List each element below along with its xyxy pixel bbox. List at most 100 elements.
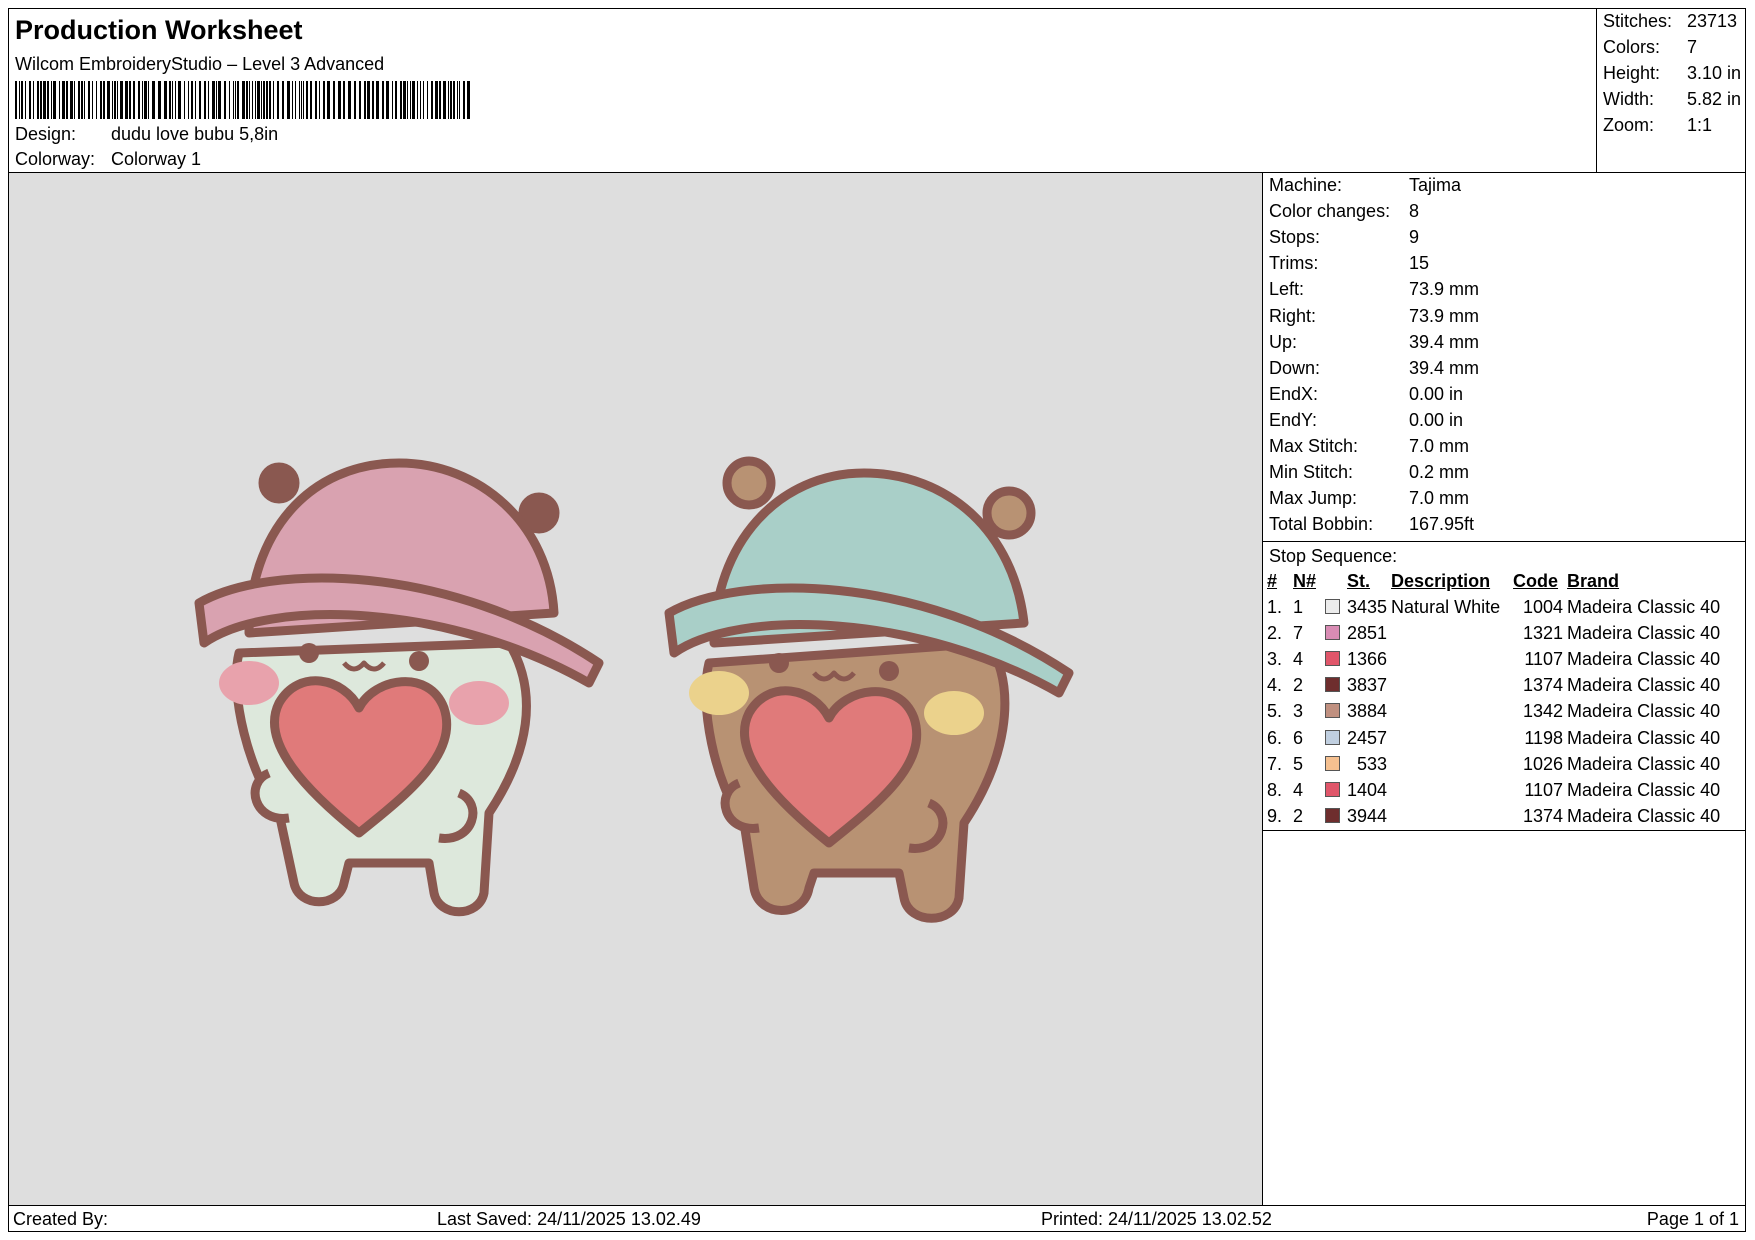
- barcode-bar: [51, 81, 52, 119]
- cell-code: 1342: [1523, 701, 1564, 722]
- barcode-bar: [191, 81, 193, 119]
- barcode-bar: [372, 81, 374, 119]
- barcode-bar: [359, 81, 361, 119]
- stop-sequence-panel: Stop Sequence: # N# St. Description Code…: [1262, 541, 1746, 831]
- machine-label: EndX:: [1269, 383, 1319, 404]
- stop-sequence-table: # N# St. Description Code Brand 1. 1 3435 N…: [1265, 568, 1722, 830]
- barcode-bar: [343, 81, 345, 119]
- stat-row: Height: 3.10 in: [1603, 63, 1741, 84]
- cell-desc: [1389, 804, 1511, 830]
- machine-row: EndX: 0.00 in: [1269, 384, 1463, 405]
- color-swatch: [1325, 781, 1340, 797]
- barcode-bar: [382, 81, 384, 119]
- barcode-bar: [29, 81, 31, 119]
- cell-code: 1374: [1523, 806, 1564, 827]
- barcode-bar: [277, 81, 279, 119]
- machine-value: 73.9 mm: [1409, 279, 1480, 300]
- barcode-bar: [53, 81, 56, 119]
- design-row: Design: dudu love bubu 5,8in: [15, 124, 278, 145]
- color-swatch: [1325, 598, 1340, 614]
- barcode-bar: [338, 81, 341, 119]
- barcode-bar: [84, 81, 85, 119]
- barcode-bar: [100, 81, 102, 119]
- barcode-bar: [158, 81, 161, 119]
- barcode-bar: [392, 81, 393, 119]
- barcode-bar: [292, 81, 293, 119]
- machine-row: Machine: Tajima: [1269, 175, 1461, 196]
- barcode-bar: [269, 81, 271, 119]
- barcode-bar: [427, 81, 428, 119]
- barcode-bar: [164, 81, 167, 119]
- barcode-bar: [117, 81, 118, 119]
- machine-value: 0.00 in: [1409, 409, 1464, 430]
- stat-row: Width: 5.82 in: [1603, 89, 1741, 110]
- cell-brand: Madeira Classic 40: [1567, 648, 1721, 669]
- stat-label: Width:: [1603, 89, 1655, 109]
- bubu-character: [194, 458, 604, 917]
- color-swatch-cell: [1323, 725, 1345, 751]
- barcode-bar: [233, 81, 234, 119]
- barcode-bar: [125, 81, 128, 119]
- barcode-bar: [242, 81, 245, 119]
- machine-row: Down: 39.4 mm: [1269, 358, 1479, 379]
- barcode-bar: [237, 81, 239, 119]
- barcode-bar: [448, 81, 449, 119]
- barcode-bar: [252, 81, 253, 119]
- machine-label: Max Stitch:: [1269, 436, 1359, 456]
- barcode-bar: [295, 81, 296, 119]
- color-swatch: [1325, 729, 1340, 745]
- col-stitches: St.: [1347, 570, 1371, 591]
- cell-code: 1374: [1523, 675, 1564, 696]
- col-swatch: [1323, 568, 1345, 594]
- cell-n: 7: [1293, 622, 1304, 643]
- barcode-bar: [412, 81, 415, 119]
- barcode-bar: [152, 81, 155, 119]
- barcode-bar: [21, 81, 23, 119]
- cell-idx: 8.: [1267, 779, 1283, 800]
- cell-st: 1366: [1347, 648, 1388, 669]
- embroidery-artwork: [194, 456, 1074, 923]
- cell-st: 2457: [1347, 727, 1388, 748]
- printed-date: Printed: 24/11/2025 13.02.52: [1041, 1209, 1272, 1229]
- barcode-bar: [420, 81, 421, 119]
- cell-code: 1004: [1523, 596, 1564, 617]
- table-row: 1. 1 3435 Natural White 1004 Madeira Classic …: [1265, 594, 1722, 620]
- cell-st: 533: [1357, 753, 1388, 774]
- color-swatch-cell: [1323, 646, 1345, 672]
- barcode-bar: [431, 81, 433, 119]
- machine-row: Right: 73.9 mm: [1269, 306, 1479, 327]
- stat-row: Colors: 7: [1603, 37, 1697, 58]
- design-value: dudu love bubu 5,8in: [111, 124, 279, 144]
- machine-panel: Machine: Tajima Color changes: 8 Stops: 9 Trim…: [1262, 172, 1746, 542]
- col-code: Code: [1513, 570, 1559, 591]
- cell-n: 4: [1293, 779, 1304, 800]
- cell-brand: Madeira Classic 40: [1567, 622, 1721, 643]
- cell-brand: Madeira Classic 40: [1567, 727, 1721, 748]
- barcode-bar: [319, 81, 320, 119]
- machine-row: Color changes: 8: [1269, 201, 1419, 222]
- barcode-bar: [81, 81, 83, 119]
- table-row: 3. 4 1366 1107 Madeira Classic 40: [1265, 646, 1722, 672]
- barcode-bar: [114, 81, 116, 119]
- barcode-bar: [435, 81, 438, 119]
- color-swatch-cell: [1323, 804, 1345, 830]
- stat-value: 7: [1687, 37, 1698, 57]
- barcode-bar: [407, 81, 408, 119]
- machine-label: EndY:: [1269, 409, 1318, 430]
- color-swatch-cell: [1323, 673, 1345, 699]
- machine-value: 15: [1409, 253, 1430, 274]
- machine-label: Down:: [1269, 357, 1321, 378]
- barcode-bar: [208, 81, 209, 119]
- barcode-bar: [303, 81, 304, 119]
- stat-label: Stitches:: [1603, 11, 1673, 31]
- barcode-bar: [310, 81, 312, 119]
- stat-row: Stitches: 23713: [1603, 11, 1737, 32]
- page-number: Page 1 of 1: [1646, 1209, 1739, 1229]
- table-row: 2. 7 2851 1321 Madeira Classic 40: [1265, 620, 1722, 646]
- last-saved: Last Saved: 24/11/2025 13.02.49: [437, 1209, 701, 1229]
- cell-desc: [1389, 699, 1511, 725]
- machine-value: 7.0 mm: [1409, 436, 1470, 456]
- barcode-bar: [282, 81, 284, 119]
- barcode-bar: [400, 81, 402, 119]
- machine-value: 0.00 in: [1409, 383, 1464, 404]
